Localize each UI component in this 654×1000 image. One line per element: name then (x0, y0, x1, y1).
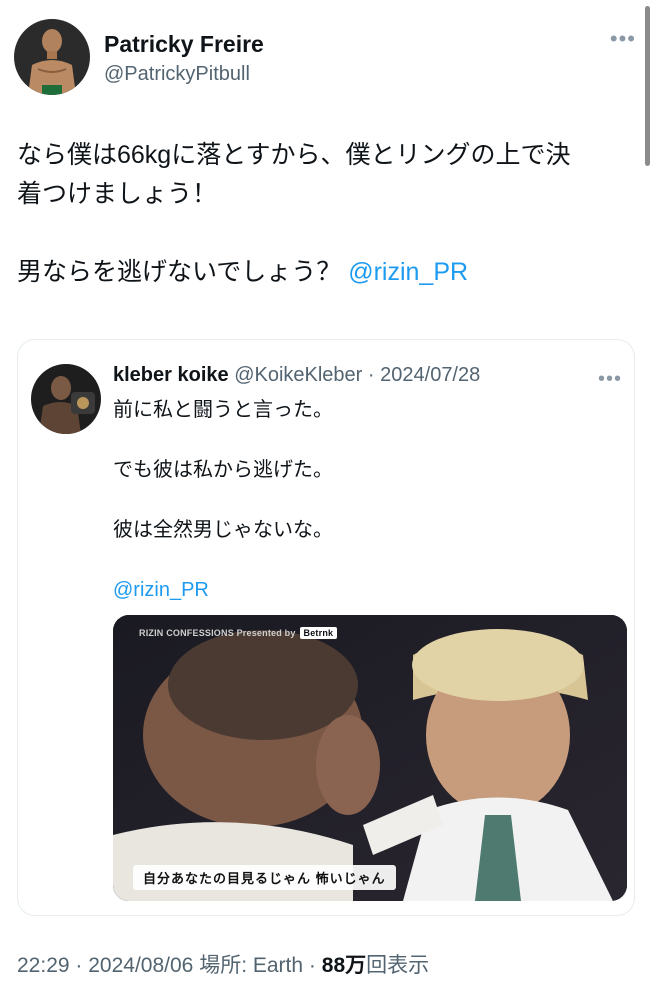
tweet-text-line-1: なら僕は66kgに落とすから、僕とリングの上で決 (17, 141, 571, 169)
tweet-text-line-3-body: 男ならを逃げないでしょう？ (17, 258, 342, 286)
tweet-footer: 22:29 · 2024/08/06 場所: Earth · 88万回表示 (17, 949, 429, 979)
footer-separator-2: · (308, 954, 316, 977)
quoted-line-3: 彼は全然男じゃないな。 (113, 519, 333, 541)
quoted-line-1: 前に私と闘うと言った。 (113, 399, 333, 421)
quoted-tweet-card[interactable]: kleber koike @KoikeKleber · 2024/07/28 •… (17, 339, 635, 916)
more-options-icon[interactable]: ••• (610, 28, 636, 50)
tweet-date[interactable]: 2024/08/06 (88, 954, 193, 977)
quoted-separator: · (367, 364, 375, 386)
video-banner: RIZIN CONFESSIONS Presented by Betrnk (139, 627, 338, 639)
tweet-text: なら僕は66kgに落とすから、僕とリングの上で決 着つけましょう！ 男ならを逃げ… (17, 136, 627, 292)
video-banner-brand: Betrnk (299, 627, 338, 639)
tweet-text-line-3: 男ならを逃げないでしょう？ @rizin_PR (17, 253, 627, 292)
tweet-location: 場所: Earth (199, 954, 304, 977)
quoted-header: kleber koike @KoikeKleber · 2024/07/28 (113, 364, 480, 387)
author-handle[interactable]: @PatrickyPitbull (104, 63, 250, 86)
video-subtitle: 自分あなたの目見るじゃん 怖いじゃん (133, 865, 396, 890)
author-avatar[interactable] (14, 19, 90, 95)
quoted-date[interactable]: 2024/07/28 (380, 364, 480, 386)
quoted-author-handle[interactable]: @KoikeKleber (234, 364, 362, 386)
tweet-text-line-2: 着つけましょう！ (17, 180, 218, 208)
video-banner-text: RIZIN CONFESSIONS Presented by (139, 628, 296, 638)
quoted-more-options-icon[interactable]: ••• (598, 368, 622, 391)
views-label: 回表示 (366, 954, 430, 977)
author-name[interactable]: Patricky Freire (104, 31, 264, 58)
quoted-text: 前に私と闘うと言った。 でも彼は私から逃げた。 彼は全然男じゃないな。 @riz… (113, 395, 613, 605)
video-thumbnail[interactable]: RIZIN CONFESSIONS Presented by Betrnk 自分あ… (113, 615, 627, 901)
quoted-line-2: でも彼は私から逃げた。 (113, 459, 333, 481)
footer-separator-1: · (75, 954, 83, 977)
tweet-time[interactable]: 22:29 (17, 954, 70, 977)
quoted-author-name[interactable]: kleber koike (113, 364, 229, 386)
quoted-mention-link[interactable]: @rizin_PR (113, 575, 613, 605)
quoted-author-avatar[interactable] (31, 364, 101, 434)
scrollbar[interactable] (645, 6, 650, 166)
views-count: 88万 (321, 954, 367, 977)
mention-link[interactable]: @rizin_PR (348, 258, 468, 286)
